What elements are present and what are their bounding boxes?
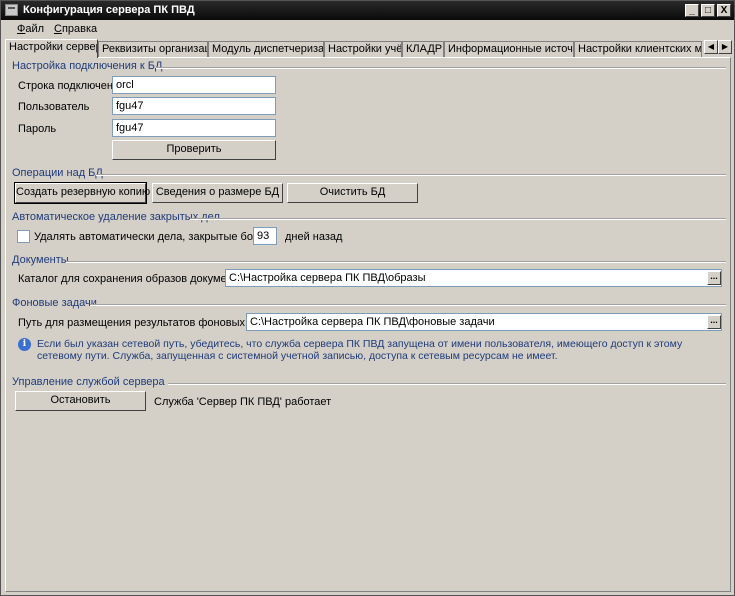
divider — [168, 383, 726, 385]
clear-db-button[interactable]: Очистить БД — [287, 183, 418, 203]
app-icon — [5, 4, 18, 16]
tab-client-settings[interactable]: Настройки клиентских мест — [574, 41, 702, 57]
days-suffix-label: дней назад — [285, 231, 343, 243]
user-label: Пользователь — [18, 101, 90, 113]
section-db-connection: Настройка подключения к БД — [12, 60, 163, 72]
tab-scroll-right-icon[interactable]: ▶ — [718, 40, 732, 54]
backup-button[interactable]: Создать резервную копию — [14, 182, 150, 204]
title-bar[interactable]: Конфигурация сервера ПК ПВД _ □ X — [1, 1, 734, 20]
menu-help[interactable]: Справка — [54, 23, 97, 35]
background-path-label: Путь для размещения результатов фоновых … — [18, 317, 278, 329]
tab-panel-server-settings: Настройка подключения к БД Строка подклю… — [5, 57, 731, 592]
menu-help-label: правка — [61, 23, 98, 35]
user-input[interactable]: fgu47 — [112, 97, 276, 115]
tab-organization-details[interactable]: Реквизиты организации — [98, 41, 208, 57]
tab-dispatch-module[interactable]: Модуль диспетчеризации — [208, 41, 324, 57]
connection-string-label: Строка подключения — [18, 80, 126, 92]
auto-delete-label: Удалять автоматически дела, закрытые бол… — [34, 231, 272, 243]
section-service-management: Управление службой сервера — [12, 376, 165, 388]
menu-help-accelerator: С — [54, 23, 62, 35]
browse-background-path-button[interactable]: ... — [707, 315, 721, 329]
documents-catalog-label: Каталог для сохранения образов документо… — [18, 273, 250, 285]
info-icon: i — [18, 338, 31, 351]
stop-service-button[interactable]: Остановить — [15, 391, 146, 411]
browse-catalog-button[interactable]: ... — [707, 271, 721, 285]
days-input[interactable]: 93 — [253, 227, 277, 245]
maximize-button[interactable]: □ — [701, 4, 715, 17]
tab-info-sources[interactable]: Информационные источники — [444, 41, 574, 57]
tab-server-settings[interactable]: Настройки сервера — [5, 39, 98, 58]
divider — [96, 174, 726, 176]
connection-string-input[interactable]: orcl — [112, 76, 276, 94]
menu-file-label: айл — [25, 23, 45, 35]
password-label: Пароль — [18, 123, 57, 135]
divider — [66, 261, 726, 263]
main-window: Конфигурация сервера ПК ПВД _ □ X Файл С… — [0, 0, 735, 596]
section-db-operations: Операции над БД — [12, 167, 103, 179]
documents-catalog-input[interactable]: C:\Настройка сервера ПК ПВД\образы — [225, 269, 722, 287]
service-status-text: Служба 'Сервер ПК ПВД' работает — [154, 396, 332, 408]
password-input[interactable]: fgu47 — [112, 119, 276, 137]
auto-delete-checkbox[interactable] — [17, 230, 30, 243]
section-documents: Документы — [12, 254, 69, 266]
menu-bar: Файл Справка — [1, 20, 734, 38]
check-connection-button[interactable]: Проверить — [112, 140, 276, 160]
network-path-info: Если был указан сетевой путь, убедитесь,… — [37, 338, 683, 362]
divider — [190, 218, 726, 220]
section-background-tasks: Фоновые задачи — [12, 297, 97, 309]
tab-kladr[interactable]: КЛАДР — [402, 41, 444, 57]
section-auto-delete: Автоматическое удаление закрытых дел — [12, 211, 220, 223]
tab-accounting-settings[interactable]: Настройки учёта — [324, 41, 402, 57]
background-path-input[interactable]: C:\Настройка сервера ПК ПВД\фоновые зада… — [246, 313, 722, 331]
tab-scroll-left-icon[interactable]: ◀ — [704, 40, 718, 54]
minimize-button[interactable]: _ — [685, 4, 699, 17]
menu-file[interactable]: Файл — [17, 23, 44, 35]
divider — [156, 67, 726, 69]
tab-strip: Настройки сервера Реквизиты организации … — [1, 39, 734, 58]
close-button[interactable]: X — [717, 4, 731, 17]
window-title: Конфигурация сервера ПК ПВД — [23, 4, 195, 16]
db-size-button[interactable]: Сведения о размере БД — [152, 183, 283, 203]
divider — [90, 304, 726, 306]
